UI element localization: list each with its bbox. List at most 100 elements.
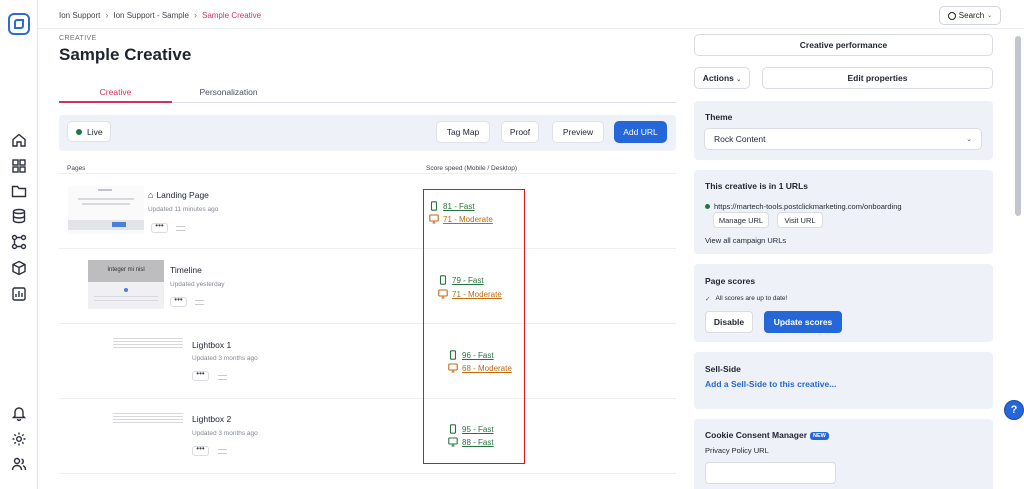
tab-bar: Creative Personalization — [59, 84, 676, 103]
scores-status: ✓ All scores are up to date! — [705, 295, 787, 303]
disable-button[interactable]: Disable — [705, 311, 753, 333]
column-header-pages: Pages — [67, 165, 86, 172]
left-rail — [0, 0, 38, 489]
tab-personalization[interactable]: Personalization — [172, 84, 285, 103]
breadcrumb-item[interactable]: Ion Support — [59, 11, 100, 20]
search-icon — [947, 11, 956, 20]
tag-map-button[interactable]: Tag Map — [436, 121, 490, 143]
page-name-label: Timeline — [170, 265, 202, 275]
workflow-icon[interactable] — [11, 234, 27, 250]
breadcrumb-item[interactable]: Ion Support - Sample — [113, 11, 189, 20]
grid-icon[interactable] — [11, 158, 27, 174]
campaign-url[interactable]: https://martech-tools.postclickmarketing… — [705, 202, 902, 211]
edit-properties-button[interactable]: Edit properties — [762, 67, 993, 89]
page-thumbnail[interactable] — [68, 186, 144, 234]
page-updated: Updated yesterday — [170, 281, 225, 288]
page-name[interactable]: Timeline — [170, 265, 202, 275]
gear-icon[interactable] — [11, 431, 27, 447]
preview-button[interactable]: Preview — [552, 121, 604, 143]
home-icon: ⌂ — [148, 190, 154, 200]
box-icon[interactable] — [11, 260, 27, 276]
users-icon[interactable] — [11, 456, 27, 472]
campaign-url-text: https://martech-tools.postclickmarketing… — [714, 202, 902, 211]
visit-url-button[interactable]: Visit URL — [777, 212, 823, 228]
add-sellside-link[interactable]: Add a Sell-Side to this creative... — [705, 379, 836, 389]
score-highlight-box — [423, 189, 525, 464]
actions-label: Actions — [702, 73, 734, 83]
cookie-consent-card: Cookie Consent Manager NEW Privacy Policy… — [694, 419, 993, 489]
database-icon[interactable] — [11, 208, 27, 224]
help-button[interactable]: ? — [1004, 400, 1024, 420]
table-row[interactable]: Lightbox 1 Updated 3 months ago ••• 96 -… — [59, 323, 676, 398]
theme-value: Rock Content — [714, 134, 766, 144]
bell-icon[interactable] — [11, 405, 27, 422]
check-icon: ✓ — [705, 296, 711, 303]
more-options-button[interactable]: ••• — [192, 370, 209, 381]
new-badge: NEW — [810, 431, 829, 440]
theme-select[interactable]: Rock Content ⌄ — [704, 128, 982, 150]
actions-button[interactable]: Actions ⌄ — [694, 67, 750, 89]
cookie-title-text: Cookie Consent Manager — [705, 430, 808, 440]
chevron-down-icon: ⌄ — [987, 13, 993, 19]
chevron-down-icon: ⌄ — [966, 136, 972, 143]
urls-card: This creative is in 1 URLs https://marte… — [694, 170, 993, 254]
privacy-policy-input[interactable] — [705, 462, 836, 484]
thumbnail-text: Integer mi nisl — [107, 267, 145, 273]
search-button[interactable]: Search ⌄ — [939, 6, 1001, 25]
search-label: Search — [958, 11, 985, 20]
drag-handle-icon[interactable] — [218, 375, 227, 380]
privacy-policy-label: Privacy Policy URL — [705, 446, 769, 455]
page-name-label: Lightbox 2 — [192, 414, 232, 424]
page-updated: Updated 11 minutes ago — [148, 206, 219, 213]
tab-creative[interactable]: Creative — [59, 84, 172, 103]
logo-icon[interactable] — [8, 13, 30, 35]
creative-performance-button[interactable]: Creative performance — [694, 34, 993, 56]
page-thumbnail[interactable] — [113, 413, 183, 429]
proof-button[interactable]: Proof — [501, 121, 539, 143]
update-scores-button[interactable]: Update scores — [764, 311, 842, 333]
scrollbar[interactable] — [1015, 36, 1021, 216]
chevron-down-icon: ⌄ — [736, 77, 742, 83]
view-all-urls-link[interactable]: View all campaign URLs — [705, 236, 786, 245]
chevron-right-icon: › — [105, 10, 109, 20]
page-thumbnail[interactable]: Integer mi nisl — [88, 260, 164, 309]
drag-handle-icon[interactable] — [218, 449, 227, 454]
add-url-button[interactable]: Add URL — [614, 121, 667, 143]
page-name[interactable]: Lightbox 2 — [192, 414, 231, 424]
column-header-score: Score speed (Mobile / Desktop) — [426, 165, 518, 172]
folder-icon[interactable] — [11, 183, 27, 199]
page-updated: Updated 3 months ago — [192, 355, 258, 362]
sellside-title: Sell-Side — [705, 364, 741, 374]
page-name-label: Landing Page — [156, 190, 209, 200]
drag-handle-icon[interactable] — [176, 226, 185, 231]
table-row-divider — [59, 473, 676, 489]
status-badge[interactable]: Live — [67, 121, 111, 142]
theme-card: Theme Rock Content ⌄ — [694, 101, 993, 160]
live-dot-icon — [76, 128, 82, 135]
live-dot-icon — [705, 204, 710, 209]
more-options-button[interactable]: ••• — [170, 296, 187, 307]
table-row[interactable]: Integer mi nisl Timeline Updated yesterd… — [59, 248, 676, 323]
scores-status-text: All scores are up to date! — [715, 295, 788, 302]
page-updated: Updated 3 months ago — [192, 430, 258, 437]
breadcrumb-current: Sample Creative — [201, 10, 262, 20]
drag-handle-icon[interactable] — [195, 300, 204, 305]
sellside-card: Sell-Side Add a Sell-Side to this creati… — [694, 352, 993, 409]
page-name[interactable]: ⌂ Landing Page — [148, 190, 209, 200]
page-scores-card: Page scores ✓ All scores are up to date!… — [694, 264, 993, 342]
home-icon[interactable] — [11, 132, 27, 148]
more-options-button[interactable]: ••• — [192, 445, 209, 456]
page-title: Sample Creative — [59, 45, 192, 64]
breadcrumb: Ion Support › Ion Support - Sample › Sam… — [59, 10, 261, 20]
chevron-right-icon: › — [193, 10, 197, 20]
chart-icon[interactable] — [11, 286, 27, 302]
table-row[interactable]: ⌂ Landing Page Updated 11 minutes ago ••… — [59, 173, 676, 248]
table-row[interactable]: Lightbox 2 Updated 3 months ago ••• 95 -… — [59, 398, 676, 473]
manage-url-button[interactable]: Manage URL — [713, 212, 769, 228]
page-name[interactable]: Lightbox 1 — [192, 340, 231, 350]
page-thumbnail[interactable] — [113, 338, 183, 354]
page-eyebrow: CREATIVE — [59, 35, 97, 42]
urls-title: This creative is in 1 URLs — [705, 181, 808, 191]
more-options-button[interactable]: ••• — [151, 222, 168, 233]
creative-toolbar: Live Tag Map Proof Preview Add URL — [59, 115, 676, 151]
